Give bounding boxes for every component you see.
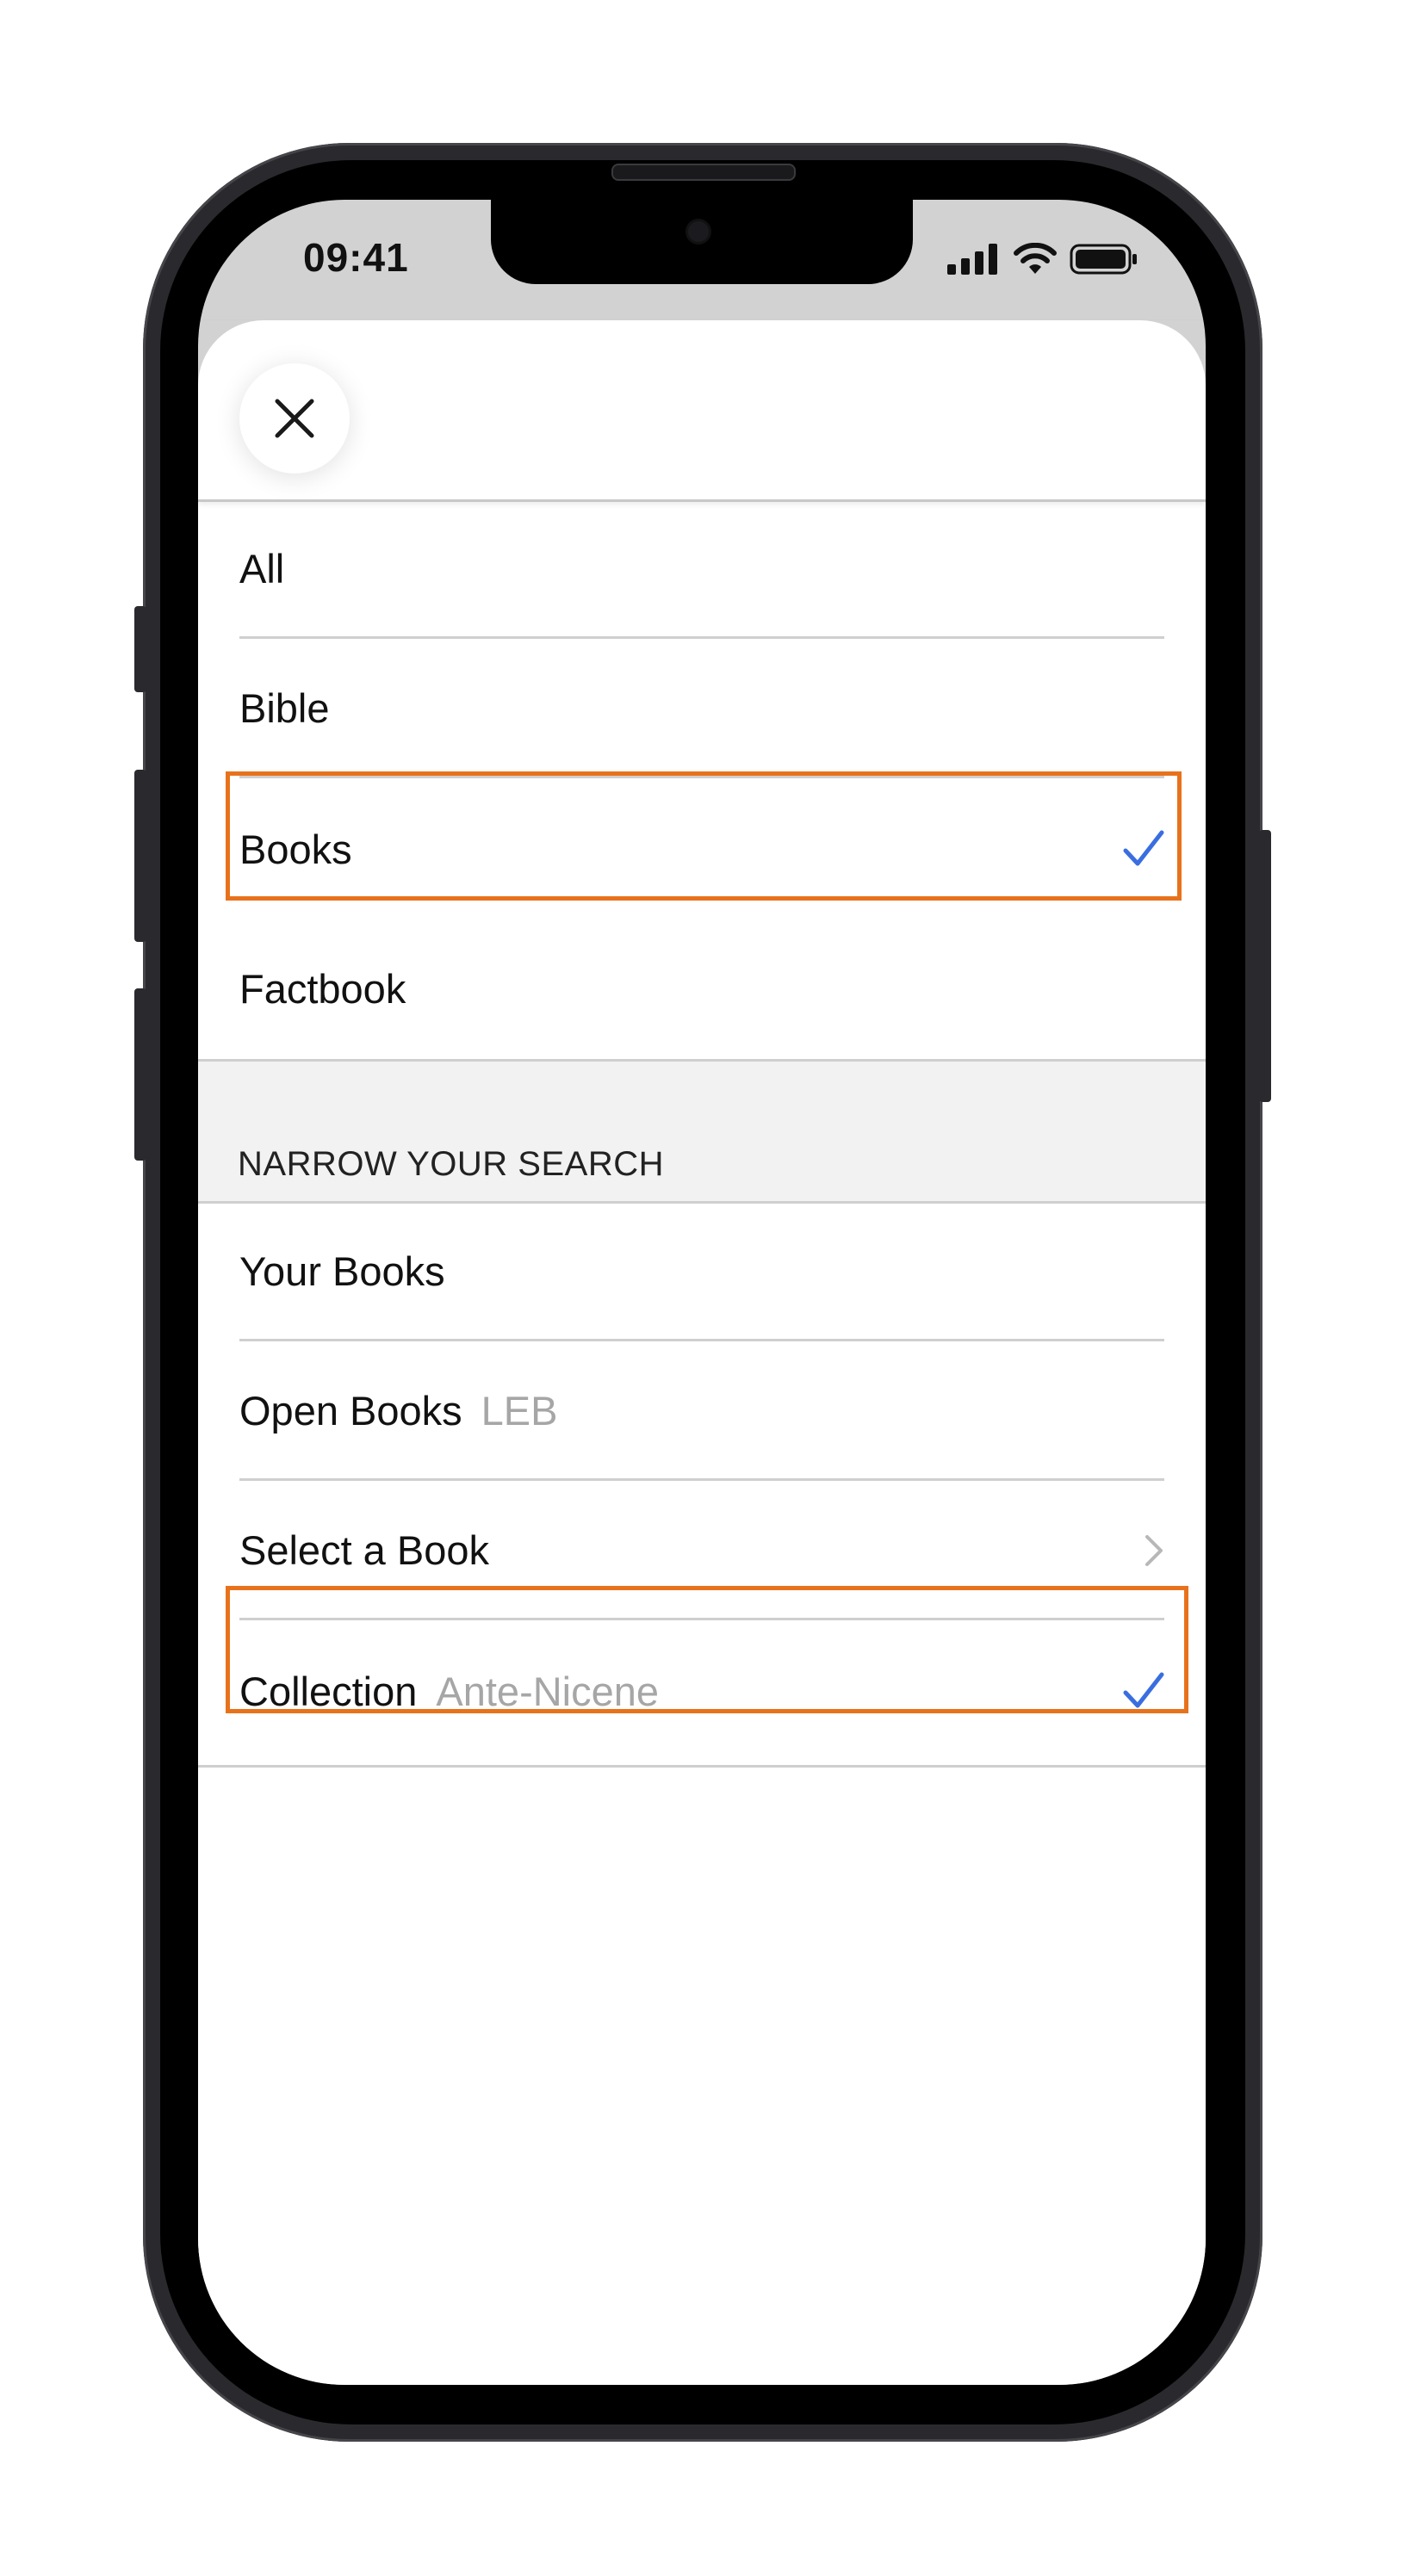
front-camera [685, 219, 711, 245]
wifi-icon [1014, 243, 1057, 274]
status-time: 09:41 [303, 235, 409, 280]
phone-screen: 09:41 All Bible Books Factbook NARROW YO… [198, 200, 1206, 2385]
sheet-header [198, 320, 1206, 502]
disclosure-indicator [1144, 1533, 1164, 1568]
list-bottom-divider [198, 1765, 1206, 1768]
scope-option-label: All [239, 546, 285, 591]
narrow-option-label: Open Books [239, 1388, 462, 1434]
notch [491, 200, 913, 284]
status-icons [947, 243, 1138, 276]
earpiece-speaker [611, 164, 796, 181]
narrow-option-label: Select a Book [239, 1527, 490, 1573]
volume-up-button [134, 770, 146, 942]
highlight-books-option [226, 771, 1182, 901]
battery-icon [1070, 244, 1137, 275]
search-scope-sheet: All Bible Books Factbook NARROW YOUR SEA… [198, 320, 1206, 2385]
power-button [1259, 830, 1271, 1102]
narrow-option-label: Your Books [239, 1248, 445, 1294]
narrow-option-your-books[interactable]: Your Books [239, 1204, 1164, 1341]
scope-option-label: Bible [239, 685, 330, 731]
close-button[interactable] [239, 363, 350, 474]
narrow-option-detail: LEB [481, 1388, 558, 1434]
volume-down-button [134, 988, 146, 1161]
scope-option-bible[interactable]: Bible [239, 641, 1164, 778]
scope-option-label: Factbook [239, 965, 406, 1012]
narrow-search-section-header: NARROW YOUR SEARCH [198, 1059, 1206, 1204]
cellular-signal-icon [947, 244, 997, 275]
narrow-option-open-books[interactable]: Open Books LEB [239, 1343, 1164, 1481]
highlight-collection-option [226, 1586, 1188, 1713]
scope-option-all[interactable]: All [239, 501, 1164, 639]
close-icon [275, 399, 314, 438]
action-button [134, 606, 146, 692]
scope-option-factbook[interactable]: Factbook [239, 920, 1164, 1057]
chevron-right-icon [1145, 1534, 1163, 1566]
section-title: NARROW YOUR SEARCH [238, 1145, 664, 1183]
